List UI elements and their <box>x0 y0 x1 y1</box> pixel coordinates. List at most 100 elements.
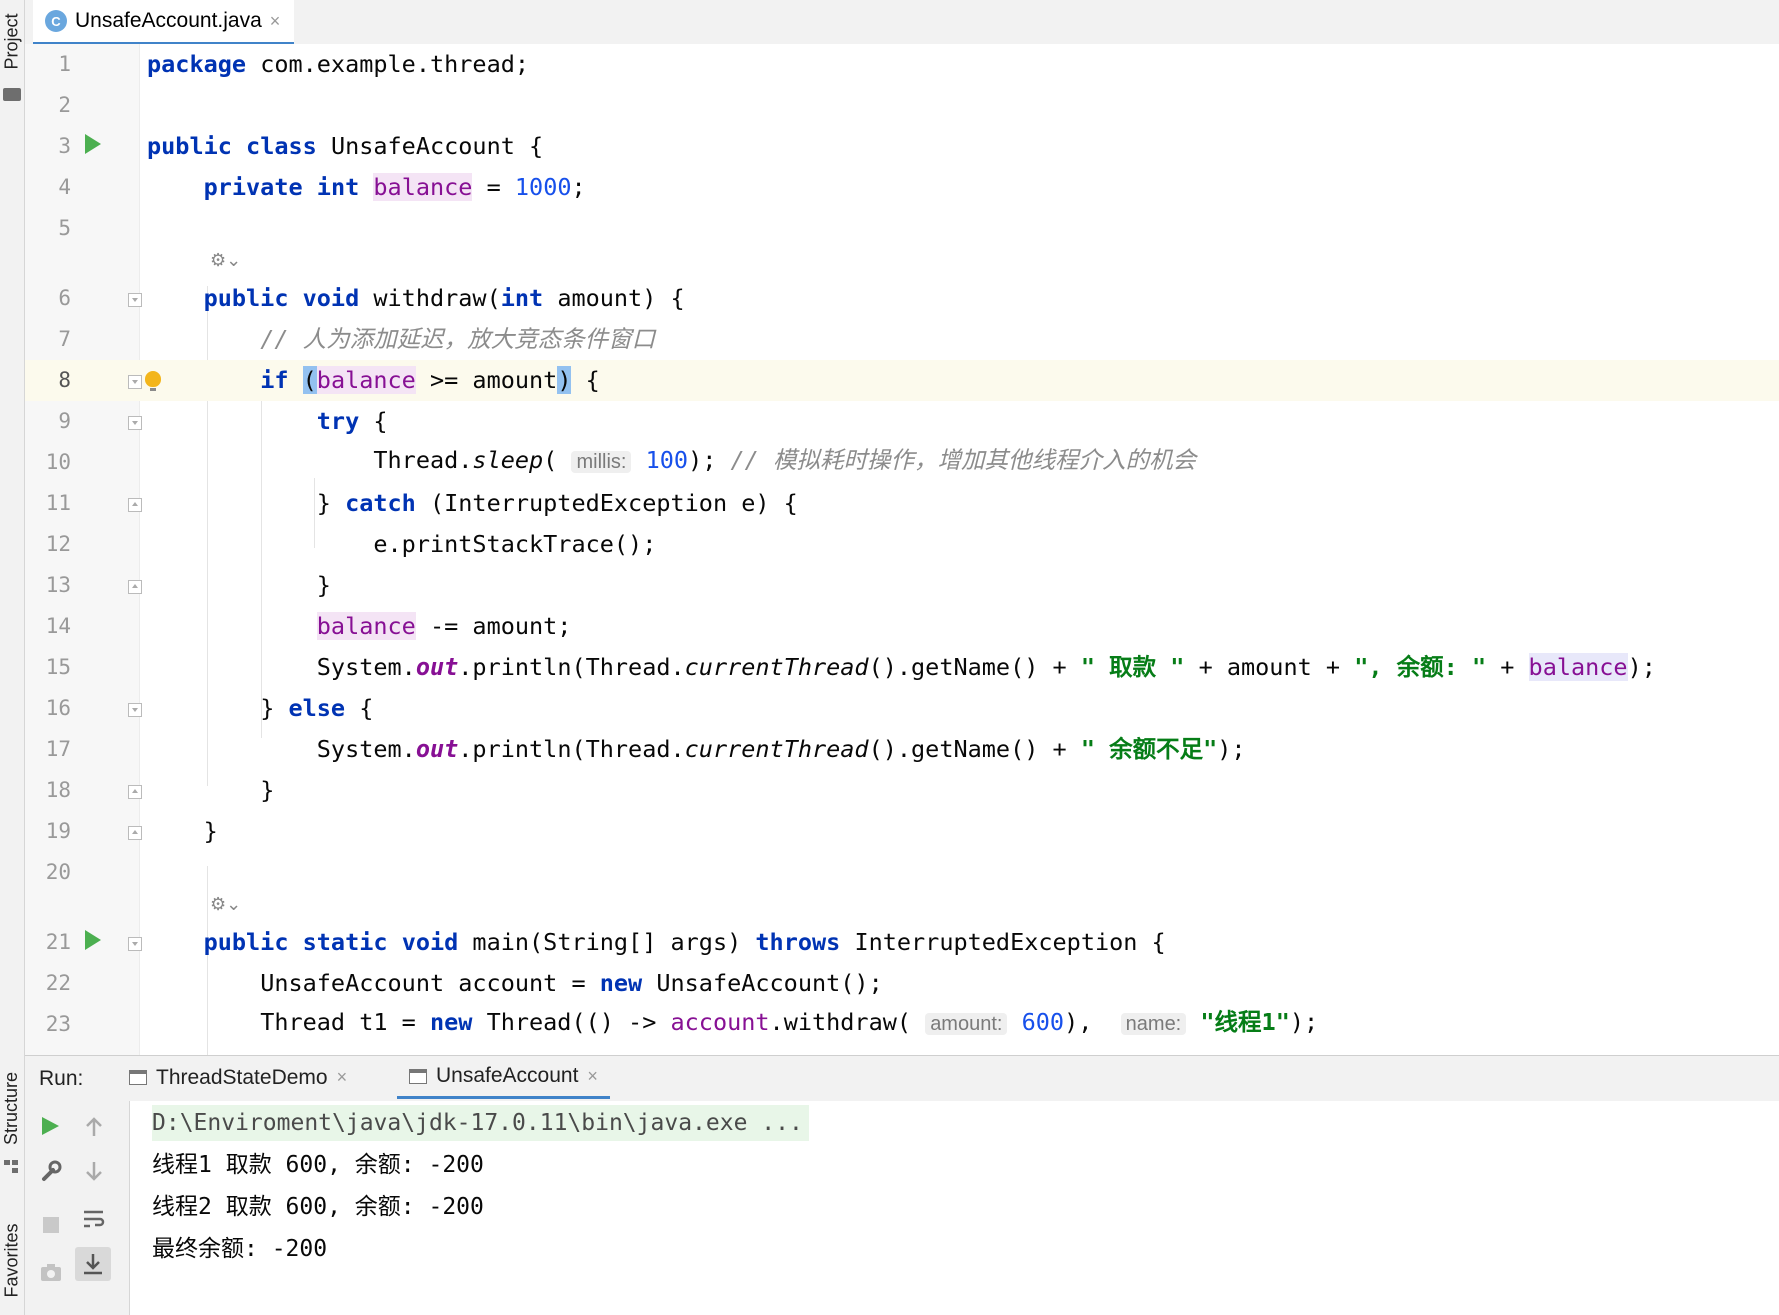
code-text: Thread t1 = new Thread(() -> account.wit… <box>260 1008 1319 1036</box>
line-number: 3 <box>58 134 71 158</box>
line-number: 11 <box>45 491 71 515</box>
console-line: 最终余额: -200 <box>152 1236 328 1262</box>
run-label: Run: <box>39 1067 84 1090</box>
code-text: System.out.println(Thread.currentThread(… <box>316 653 1656 681</box>
wrench-icon[interactable] <box>39 1159 63 1183</box>
code-text: public void withdraw(int amount) { <box>203 284 685 312</box>
line-number: 19 <box>45 819 71 843</box>
code-line: 9 try { <box>25 401 1779 442</box>
line-number: 2 <box>58 93 71 117</box>
soft-wrap-icon[interactable] <box>81 1207 107 1231</box>
fold-icon[interactable] <box>128 498 142 512</box>
code-line: 10 Thread.sleep( millis: 100); // 模拟耗时操作… <box>25 442 1779 483</box>
line-number: 14 <box>45 614 71 638</box>
code-text: public static void main(String[] args) t… <box>203 928 1166 956</box>
code-line: 12 e.printStackTrace(); <box>25 524 1779 565</box>
line-number: 4 <box>58 175 71 199</box>
arrow-up-icon[interactable] <box>83 1115 105 1139</box>
code-text: try { <box>316 407 388 435</box>
run-gutter-icon[interactable] <box>85 930 101 950</box>
code-text: // 人为添加延迟，放大竞态条件窗口 <box>260 325 656 353</box>
line-number: 13 <box>45 573 71 597</box>
line-number: 21 <box>45 930 71 954</box>
code-text: public class UnsafeAccount { <box>147 132 544 160</box>
line-number: 15 <box>45 655 71 679</box>
code-lines: 1 package com.example.thread; 2 3 public… <box>25 44 1779 1045</box>
line-number: 5 <box>58 216 71 240</box>
code-line-current: 8 if (balance >= amount) { <box>25 360 1779 401</box>
stop-icon[interactable] <box>41 1215 61 1235</box>
code-text: System.out.println(Thread.currentThread(… <box>316 735 1246 763</box>
run-gutter-icon[interactable] <box>85 134 101 154</box>
code-line: 4 private int balance = 1000; <box>25 167 1779 208</box>
code-line: 3 public class UnsafeAccount { <box>25 126 1779 167</box>
code-text: } <box>316 571 331 599</box>
close-icon[interactable]: × <box>270 11 281 32</box>
fold-icon[interactable] <box>128 293 142 307</box>
fold-icon[interactable] <box>128 826 142 840</box>
code-text: e.printStackTrace(); <box>373 530 657 558</box>
code-line: 2 <box>25 85 1779 126</box>
code-line: ⚙⌄ 6 public void withdraw(int amount) { <box>25 249 1779 319</box>
close-icon[interactable]: × <box>337 1067 348 1088</box>
favorites-label: Favorites <box>1 1222 22 1298</box>
param-hint: millis: <box>571 451 632 473</box>
param-hint: name: <box>1120 1013 1187 1035</box>
fold-icon[interactable] <box>128 375 142 389</box>
fold-icon[interactable] <box>128 785 142 799</box>
code-line: 22 UnsafeAccount account = new UnsafeAcc… <box>25 963 1779 1004</box>
console-icon <box>409 1068 427 1084</box>
ai-lens-icon[interactable]: ⚙⌄ <box>210 894 241 915</box>
fold-icon[interactable] <box>128 580 142 594</box>
line-number: 12 <box>45 532 71 556</box>
run-tab-label: UnsafeAccount <box>436 1064 579 1087</box>
run-tab-threadstatedemo[interactable]: ThreadStateDemo × <box>117 1056 359 1099</box>
param-hint: amount: <box>925 1013 1008 1035</box>
rerun-icon[interactable] <box>39 1115 61 1137</box>
code-line: 14 balance -= amount; <box>25 606 1779 647</box>
camera-icon[interactable] <box>39 1261 63 1283</box>
line-number: 6 <box>58 286 71 310</box>
line-number: 17 <box>45 737 71 761</box>
structure-icon <box>4 1160 20 1174</box>
code-line: 18 } <box>25 770 1779 811</box>
left-tool-strip: Project Structure Favorites <box>0 0 25 1315</box>
favorites-tool-button[interactable]: Favorites <box>0 1212 24 1308</box>
fold-icon[interactable] <box>128 937 142 951</box>
code-line: 7 // 人为添加延迟，放大竞态条件窗口 <box>25 319 1779 360</box>
structure-tool-button[interactable]: Structure <box>0 1060 24 1156</box>
code-text: UnsafeAccount account = new UnsafeAccoun… <box>260 969 883 997</box>
java-class-icon: C <box>45 10 67 32</box>
scroll-to-end-button[interactable] <box>75 1247 111 1281</box>
run-panel-header: Run: ThreadStateDemo × UnsafeAccount × <box>25 1055 1779 1103</box>
line-number: 23 <box>45 1012 71 1036</box>
code-line: 20 <box>25 852 1779 893</box>
fold-icon[interactable] <box>128 416 142 430</box>
code-line: ⚙⌄ 21 public static void main(String[] a… <box>25 893 1779 963</box>
arrow-down-icon[interactable] <box>83 1159 105 1183</box>
fold-icon[interactable] <box>128 703 142 717</box>
code-line: 16 } else { <box>25 688 1779 729</box>
console-line: 线程2 取款 600, 余额: -200 <box>152 1194 484 1220</box>
code-line: 1 package com.example.thread; <box>25 44 1779 85</box>
line-number: 7 <box>58 327 71 351</box>
run-tab-unsafeaccount[interactable]: UnsafeAccount × <box>397 1056 610 1099</box>
code-text: } else { <box>260 694 374 722</box>
run-console[interactable]: D:\Enviroment\java\jdk-17.0.11\bin\java.… <box>130 1101 1779 1315</box>
ai-lens-icon[interactable]: ⚙⌄ <box>210 250 241 271</box>
code-line: 11 } catch (InterruptedException e) { <box>25 483 1779 524</box>
code-line: 13 } <box>25 565 1779 606</box>
project-tool-button[interactable]: Project <box>0 6 24 76</box>
line-number: 8 <box>58 368 71 392</box>
run-tab-label: ThreadStateDemo <box>156 1065 328 1089</box>
code-editor[interactable]: 1 package com.example.thread; 2 3 public… <box>25 44 1779 1055</box>
console-line: 线程1 取款 600, 余额: -200 <box>152 1152 484 1178</box>
line-number: 16 <box>45 696 71 720</box>
console-command-line: D:\Enviroment\java\jdk-17.0.11\bin\java.… <box>152 1105 809 1141</box>
line-number: 18 <box>45 778 71 802</box>
editor-tab-unsafeaccount[interactable]: C UnsafeAccount.java × <box>33 0 295 45</box>
close-icon[interactable]: × <box>587 1066 598 1087</box>
line-number: 9 <box>58 409 71 433</box>
code-line: 19 } <box>25 811 1779 852</box>
code-text: if (balance >= amount) { <box>260 366 600 394</box>
